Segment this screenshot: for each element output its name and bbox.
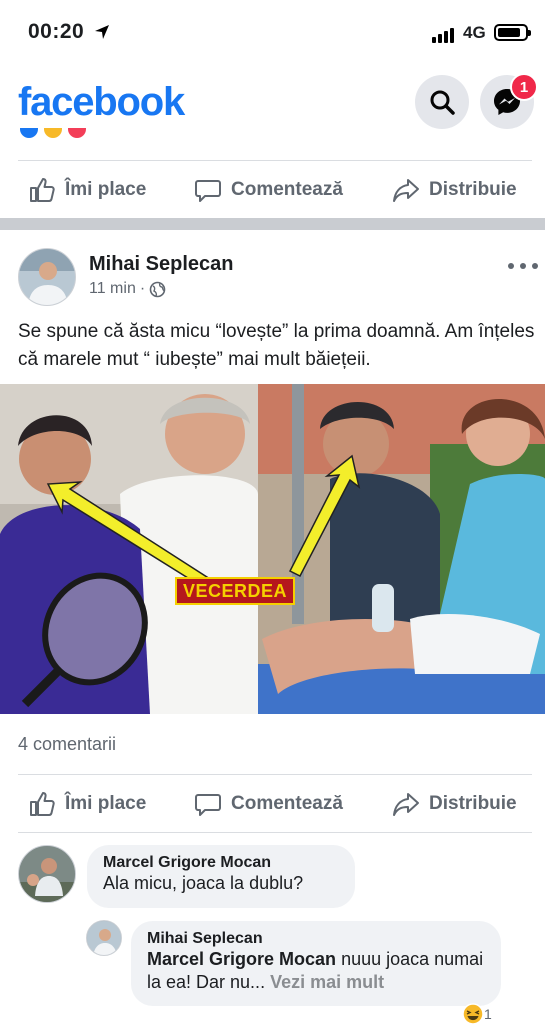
comment-bubble[interactable]: Marcel Grigore Mocan Ala micu, joaca la … [87,845,355,908]
battery-icon [494,24,531,41]
comment-author[interactable]: Marcel Grigore Mocan [103,854,339,872]
comment-icon [195,180,221,202]
reply-author[interactable]: Mihai Seplecan [147,930,485,948]
messenger-badge: 1 [510,73,538,101]
post-image[interactable] [0,384,545,714]
post-text: Se spune că ăsta micu “lovește” la prima… [18,321,535,370]
divider [18,774,532,775]
share-label: Distribuie [429,793,517,814]
location-arrow-icon [95,25,109,39]
status-bar: 00:20 4G [0,0,545,64]
comment-text: Ala micu, joaca la dublu? [103,873,304,893]
post-action-bar: Îmi place Comentează Distribuie [0,776,545,832]
image-caption-label: VECERDEA [175,577,295,605]
thumbs-up-icon [30,178,55,202]
share-button[interactable]: Distribuie [392,776,517,832]
avatar-photo [87,921,121,955]
share-icon [393,793,419,816]
avatar-photo [19,249,75,305]
share-label: Distribuie [429,179,517,200]
reaction-count: 1 [484,1006,492,1022]
previous-post-action-bar: Îmi place Comentează Distribuie [0,162,545,218]
post-photo [0,384,545,714]
post-options-button[interactable] [508,260,538,272]
commenter-avatar[interactable] [18,845,76,903]
like-button[interactable]: Îmi place [28,776,146,832]
divider [18,832,532,833]
author-avatar[interactable] [18,248,76,306]
comment-button[interactable]: Comentează [194,162,343,218]
feed-separator [0,218,545,230]
comment-icon [195,794,221,816]
search-button[interactable] [415,75,469,129]
reply-mention[interactable]: Marcel Grigore Mocan [147,949,336,969]
comment-label: Comentează [231,179,343,200]
see-more-link[interactable]: Vezi mai mult [270,972,384,992]
signal-icon [432,25,456,43]
reply-avatar[interactable] [86,920,122,956]
comment-button[interactable]: Comentează [194,776,343,832]
comments-count[interactable]: 4 comentarii [18,734,116,755]
share-button[interactable]: Distribuie [392,162,517,218]
avatar-photo [19,846,75,902]
facebook-logo[interactable]: facebook [18,80,185,125]
divider [18,160,532,161]
post-time[interactable]: 11 min [89,280,136,298]
haha-reaction-icon [462,1003,484,1024]
post-author-name[interactable]: Mihai Seplecan [89,253,234,276]
like-button[interactable]: Îmi place [28,162,146,218]
status-time: 00:20 [28,20,85,43]
comment-label: Comentează [231,793,343,814]
network-type: 4G [463,23,486,42]
globe-icon [149,281,166,297]
reply-text: Marcel Grigore Mocan nuuu joaca numai la… [147,948,485,994]
like-label: Îmi place [65,793,147,814]
post-meta: 11 min · [89,280,166,298]
previous-post-reactions [18,128,98,144]
thumbs-up-icon [30,792,55,816]
search-icon [430,90,455,115]
like-label: Îmi place [65,179,147,200]
reply-reactions[interactable]: 1 [462,1003,492,1024]
share-icon [393,179,419,202]
reply-bubble[interactable]: Mihai Seplecan Marcel Grigore Mocan nuuu… [131,921,501,1006]
